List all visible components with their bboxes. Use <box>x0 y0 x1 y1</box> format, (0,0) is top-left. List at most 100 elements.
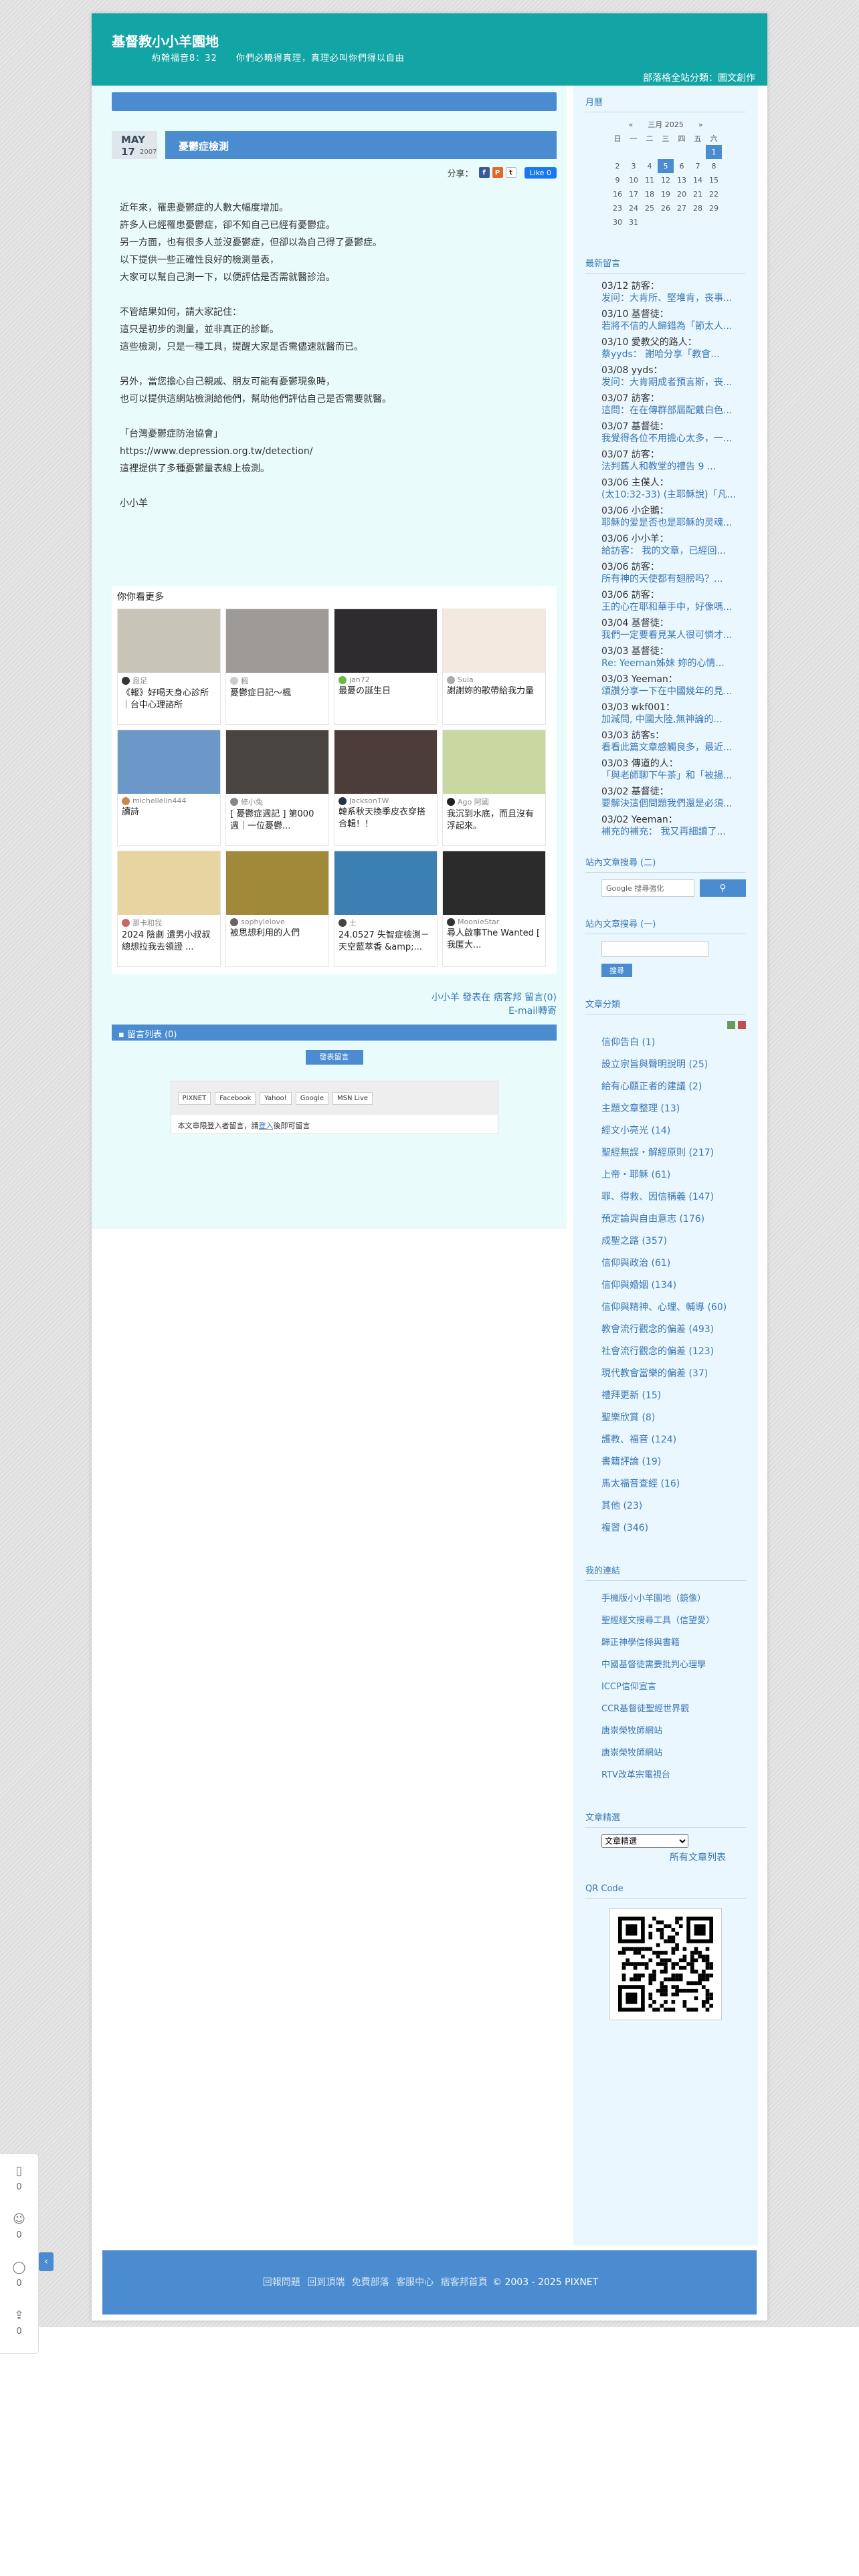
facebook-share-icon[interactable]: f <box>478 167 490 178</box>
calendar-day[interactable]: 14 <box>690 173 706 187</box>
bookmark-action[interactable]: ▯ 0 <box>0 2154 38 2202</box>
panel-toggle-button[interactable]: ‹ <box>39 2252 54 2271</box>
category-item[interactable]: 預定論與自由意志 (176) <box>601 1208 746 1230</box>
category-link[interactable]: 部落格全站分類：圖文創作 <box>643 71 755 84</box>
recent-comment-excerpt[interactable]: 若將不信的人歸錯為「節太人... <box>601 320 742 332</box>
recent-comment-excerpt[interactable]: 給訪客： 我的文章，已經回... <box>601 545 742 557</box>
calendar-day[interactable]: 18 <box>642 187 658 201</box>
footer-link-home[interactable]: 痞客邦首頁 <box>441 2277 488 2288</box>
calendar-day[interactable]: 21 <box>690 187 706 201</box>
footer-link-support[interactable]: 客服中心 <box>396 2277 434 2288</box>
calendar-day[interactable]: 16 <box>609 187 626 201</box>
expand-icon[interactable] <box>727 1021 735 1029</box>
recent-comment-excerpt[interactable]: 「與老師聊下午茶」和「被揚... <box>601 770 742 782</box>
recent-comment-item[interactable]: 03/03 Yeeman： 頌讚分享一下在中國幾年的見... <box>601 673 746 697</box>
email-forward-link[interactable]: E-mail轉寄 <box>508 1006 557 1016</box>
post-title[interactable]: 憂鬱症檢測 <box>165 131 557 159</box>
category-item[interactable]: 經文小亮光 (14) <box>601 1120 746 1142</box>
calendar-day[interactable]: 29 <box>706 201 722 215</box>
sidebar-link-item[interactable]: RTV改革宗電視台 <box>601 1764 746 1786</box>
recent-comment-item[interactable]: 03/06 訪客： 所有神的天使都有翅膀吗？... <box>601 561 746 585</box>
recent-comment-excerpt[interactable]: 要解決這個問題我們還是必須... <box>601 798 742 810</box>
category-item[interactable]: 給有心願正者的建議 (2) <box>601 1076 746 1098</box>
recent-comment-item[interactable]: 03/06 主僕人： (太10:32-33) (主耶穌說)「凡... <box>601 477 746 501</box>
related-post-card[interactable]: JacksonTW 韓系秋天換季皮衣穿搭合輯！！ <box>334 730 438 846</box>
site-search-button[interactable]: 搜尋 <box>601 964 632 977</box>
related-post-card[interactable]: 那卡和我 2024 陰劇 遺男小叔叔總想拉我去領證 ... <box>117 851 221 967</box>
calendar-day[interactable]: 31 <box>626 215 642 229</box>
recent-comment-excerpt[interactable]: 耶穌的爱是否也是耶穌的灵魂... <box>601 517 742 529</box>
recent-comment-excerpt[interactable]: 我們一定要看見某人很可憐才... <box>601 629 742 641</box>
category-item[interactable]: 複習 (346) <box>601 1517 746 1539</box>
recent-comment-item[interactable]: 03/10 基督徒： 若將不信的人歸錯為「節太人... <box>601 308 746 332</box>
category-item[interactable]: 上帝・耶穌 (61) <box>601 1164 746 1186</box>
footer-link-top[interactable]: 回到頂端 <box>307 2277 345 2288</box>
archive-select[interactable]: 文章精選 <box>601 1834 688 1848</box>
recent-comment-excerpt[interactable]: 看看此篇文章感觸良多，最近... <box>601 742 742 754</box>
recent-comment-excerpt[interactable]: 頌讚分享一下在中國幾年的見... <box>601 685 742 697</box>
footer-link-report[interactable]: 回報問題 <box>263 2277 300 2288</box>
recent-comment-item[interactable]: 03/06 小小羊： 給訪客： 我的文章，已經回... <box>601 533 746 557</box>
category-item[interactable]: 設立宗旨與聲明說明 (25) <box>601 1054 746 1076</box>
calendar-day[interactable]: 11 <box>642 173 658 187</box>
calendar-day[interactable]: 3 <box>626 159 642 173</box>
calendar-day[interactable]: 30 <box>609 215 626 229</box>
recent-comment-excerpt[interactable]: (太10:32-33) (主耶穌說)「凡... <box>601 489 742 501</box>
calendar-day[interactable]: 8 <box>706 159 722 173</box>
calendar-day[interactable]: 6 <box>674 159 690 173</box>
calendar-day[interactable]: 23 <box>609 201 626 215</box>
category-item[interactable]: 教會流行觀念的偏差 (493) <box>601 1319 746 1341</box>
calendar-day[interactable]: 1 <box>706 145 722 159</box>
facebook-login-button[interactable]: Facebook <box>215 1091 256 1105</box>
recent-comment-item[interactable]: 03/07 訪客： 這問：在在傳群部屆配戴白色... <box>601 393 746 417</box>
twitter-share-icon[interactable]: t <box>505 167 516 178</box>
plurk-share-icon[interactable]: P <box>492 167 503 178</box>
category-item[interactable]: 馬太福音查經 (16) <box>601 1473 746 1495</box>
related-post-card[interactable]: sophylelove 被思想利用的人們 <box>225 851 329 967</box>
category-item[interactable]: 成聖之路 (357) <box>601 1230 746 1253</box>
recent-comment-excerpt[interactable]: 這問：在在傳群部屆配戴白色... <box>601 405 742 417</box>
calendar-day[interactable]: 27 <box>674 201 690 215</box>
recent-comment-item[interactable]: 03/03 傳道的人： 「與老師聊下午茶」和「被揚... <box>601 758 746 782</box>
calendar-day[interactable]: 13 <box>674 173 690 187</box>
share-action[interactable]: ⇪ 0 <box>0 2298 38 2347</box>
category-item[interactable]: 禮拜更新 (15) <box>601 1385 746 1407</box>
calendar-day[interactable]: 22 <box>706 187 722 201</box>
calendar-day[interactable]: 10 <box>626 173 642 187</box>
category-item[interactable]: 現代教會當樂的偏差 (37) <box>601 1363 746 1385</box>
sidebar-link-item[interactable]: CCR基督徒聖經世界觀 <box>601 1698 746 1720</box>
google-search-button[interactable]: ⚲ <box>699 879 746 897</box>
reaction-action[interactable]: ☺ 0 <box>0 2202 38 2250</box>
category-item[interactable]: 罪、得救、因信稱義 (147) <box>601 1186 746 1208</box>
calendar-day[interactable]: 25 <box>642 201 658 215</box>
category-item[interactable]: 信仰告白 (1) <box>601 1032 746 1054</box>
recent-comment-excerpt[interactable]: 法判舊人和教堂的禮告 9 ... <box>601 461 742 473</box>
calendar-day[interactable]: 12 <box>658 173 674 187</box>
sidebar-link-item[interactable]: 手機版小小羊園地（鏡像） <box>601 1588 746 1610</box>
footer-link-free-blog[interactable]: 免費部落 <box>352 2277 389 2288</box>
recent-comment-excerpt[interactable]: Re: Yeeman姊妹 妳的心情... <box>601 657 742 669</box>
related-post-card[interactable]: MoonieStar 尋人啟事The Wanted [ 我匿大... <box>442 851 546 967</box>
post-comment-button[interactable]: 發表留言 <box>305 1050 363 1065</box>
category-item[interactable]: 信仰與政治 (61) <box>601 1253 746 1275</box>
msn-login-button[interactable]: MSN Live <box>332 1091 373 1105</box>
sidebar-link-item[interactable]: 聖經經文搜尋工具（信望愛） <box>601 1610 746 1632</box>
recent-comment-excerpt[interactable]: 所有神的天使都有翅膀吗？... <box>601 573 742 585</box>
recent-comment-item[interactable]: 03/07 基督徒： 我覺得各位不用擔心太多，一... <box>601 421 746 445</box>
recent-comment-item[interactable]: 03/04 基督徒： 我們一定要看見某人很可憐才... <box>601 617 746 641</box>
pixnet-login-button[interactable]: PIXNET <box>177 1091 211 1105</box>
recent-comment-excerpt[interactable]: 蔡yyds： 謝哈分享「教會... <box>601 348 742 360</box>
recent-comment-excerpt[interactable]: 補充的補充： 我又再細讀了... <box>601 826 742 838</box>
category-item[interactable]: 護教、福音 (124) <box>601 1429 746 1451</box>
recent-comment-item[interactable]: 03/03 基督徒： Re: Yeeman姊妹 妳的心情... <box>601 645 746 669</box>
yahoo-login-button[interactable]: Yahoo! <box>260 1091 292 1105</box>
recent-comment-excerpt[interactable]: 加減問, 中國大陸,無神論的... <box>601 714 742 726</box>
calendar-day[interactable]: 26 <box>658 201 674 215</box>
sidebar-link-item[interactable]: ICCP信仰宣言 <box>601 1676 746 1698</box>
category-item[interactable]: 信仰與婚姻 (134) <box>601 1275 746 1297</box>
recent-comment-item[interactable]: 03/06 小企鵝： 耶穌的爱是否也是耶穌的灵魂... <box>601 505 746 529</box>
recent-comment-excerpt[interactable]: 发问：大肯期成者預言斯，丧... <box>601 377 742 389</box>
calendar-day[interactable]: 2 <box>609 159 626 173</box>
category-item[interactable]: 書籍評論 (19) <box>601 1451 746 1473</box>
calendar-header[interactable]: « 三月 2025 » <box>585 119 746 130</box>
